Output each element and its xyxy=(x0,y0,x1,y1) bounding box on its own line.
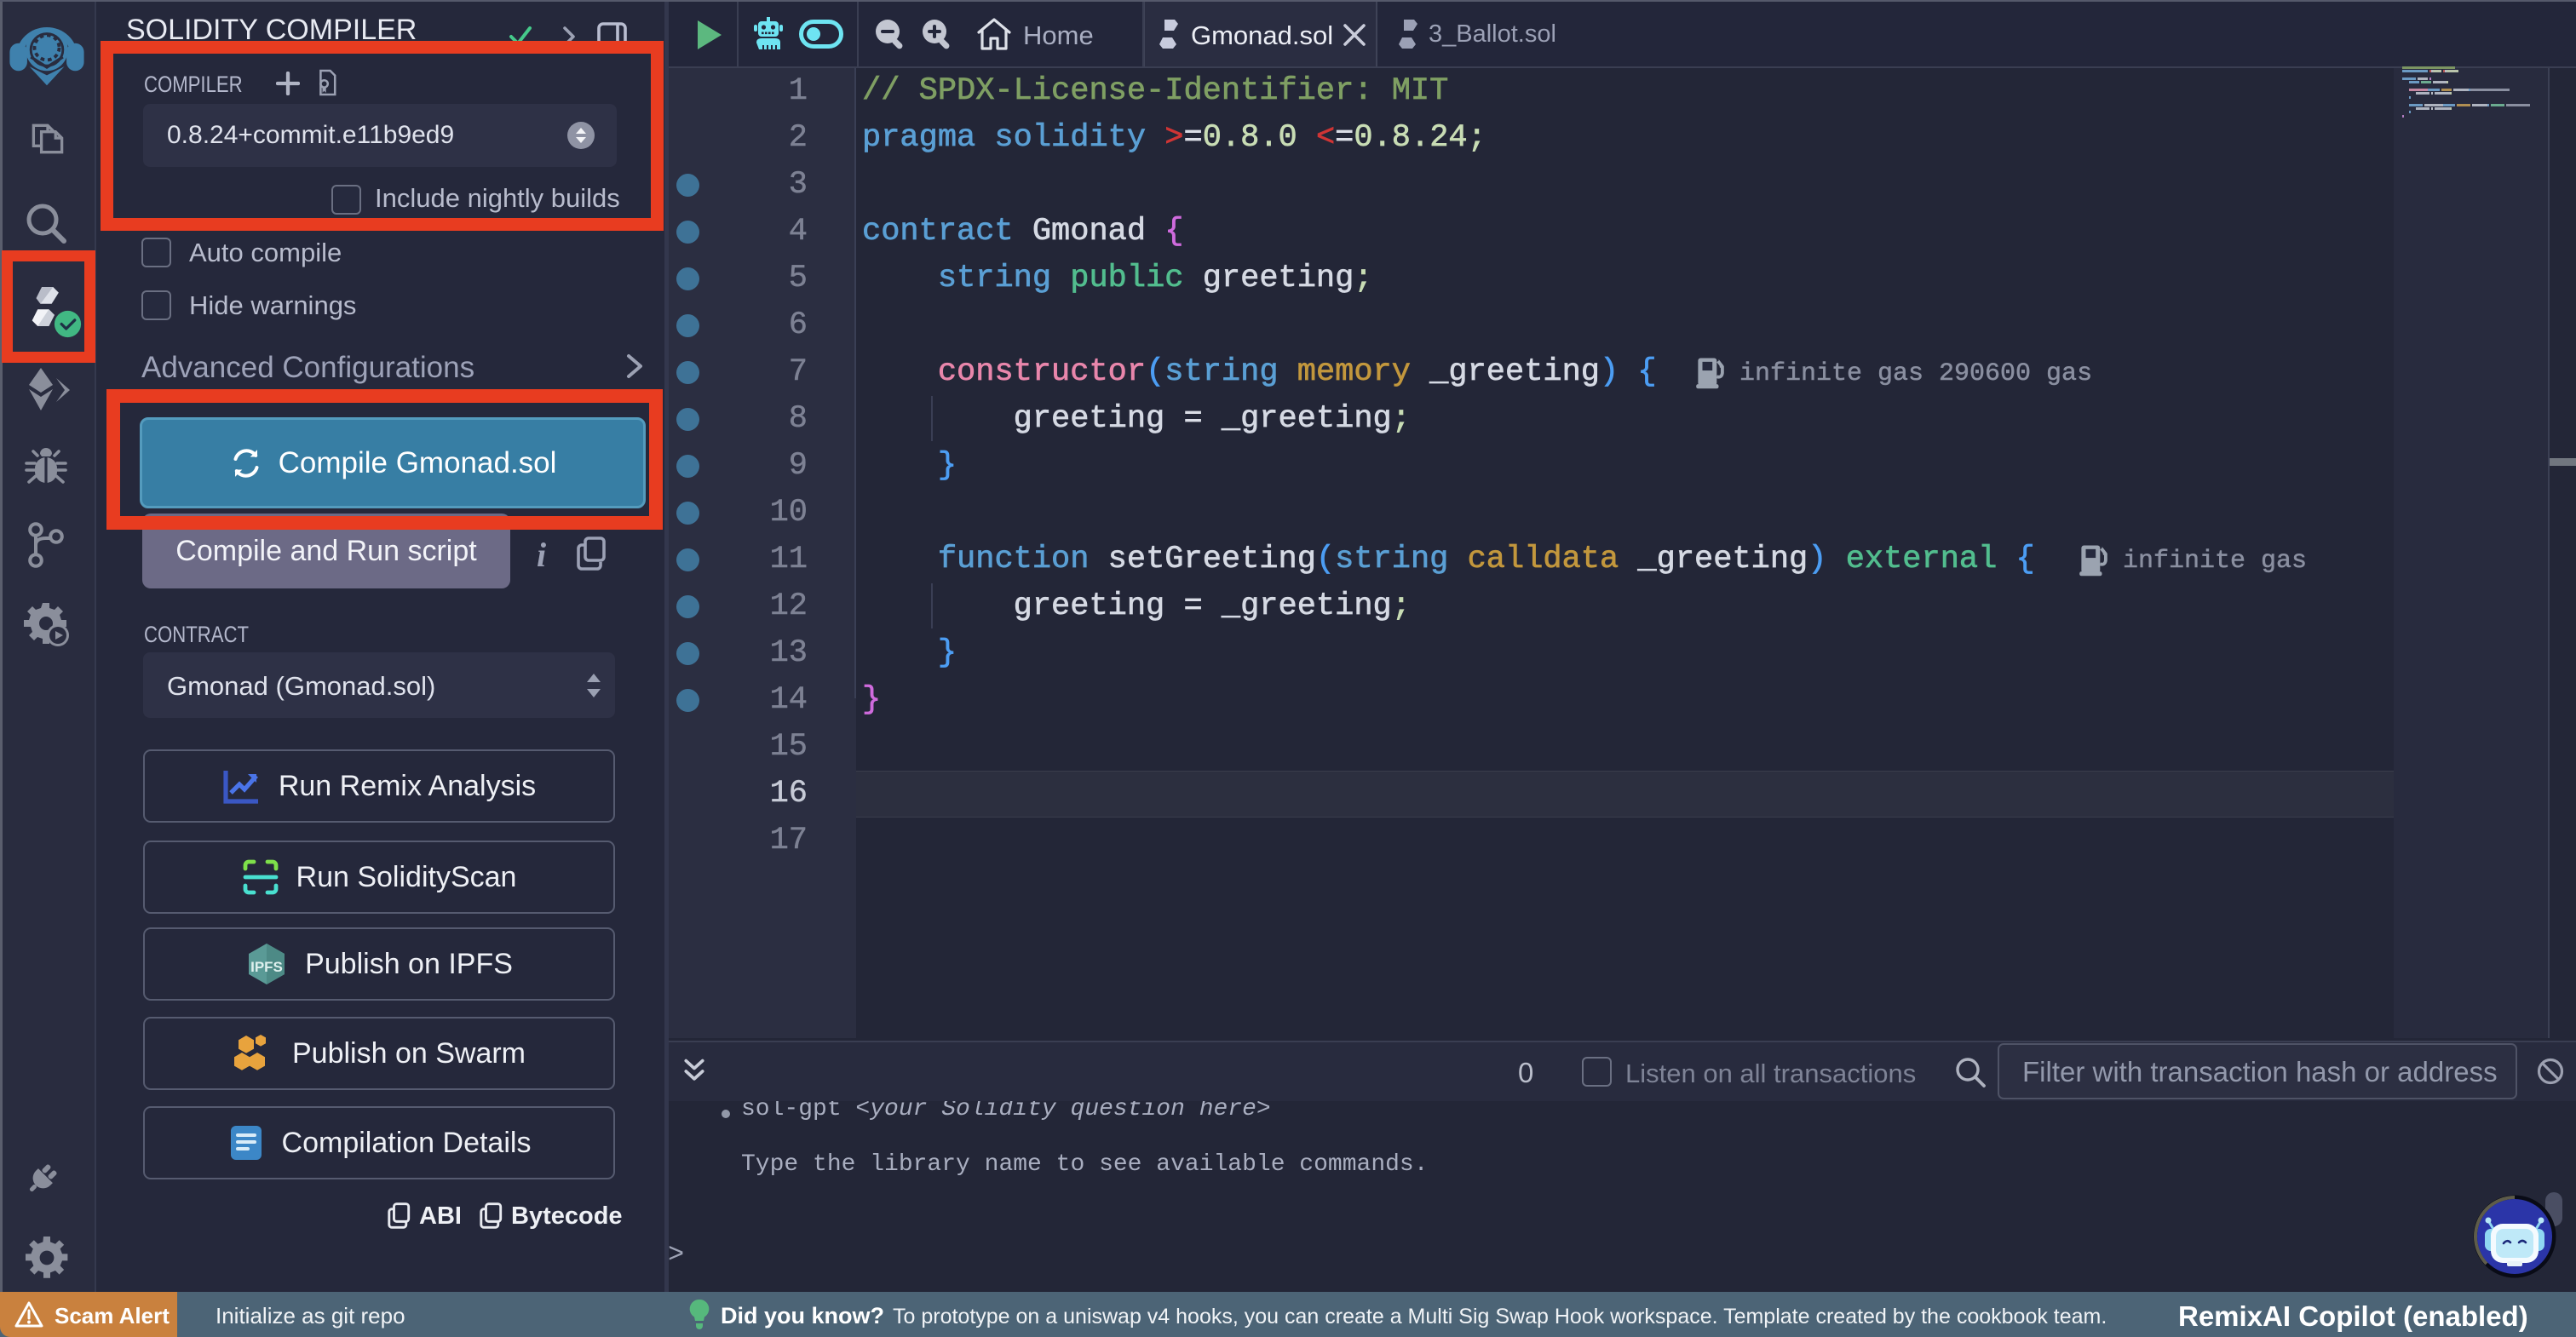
svg-text:IPFS: IPFS xyxy=(250,959,283,975)
